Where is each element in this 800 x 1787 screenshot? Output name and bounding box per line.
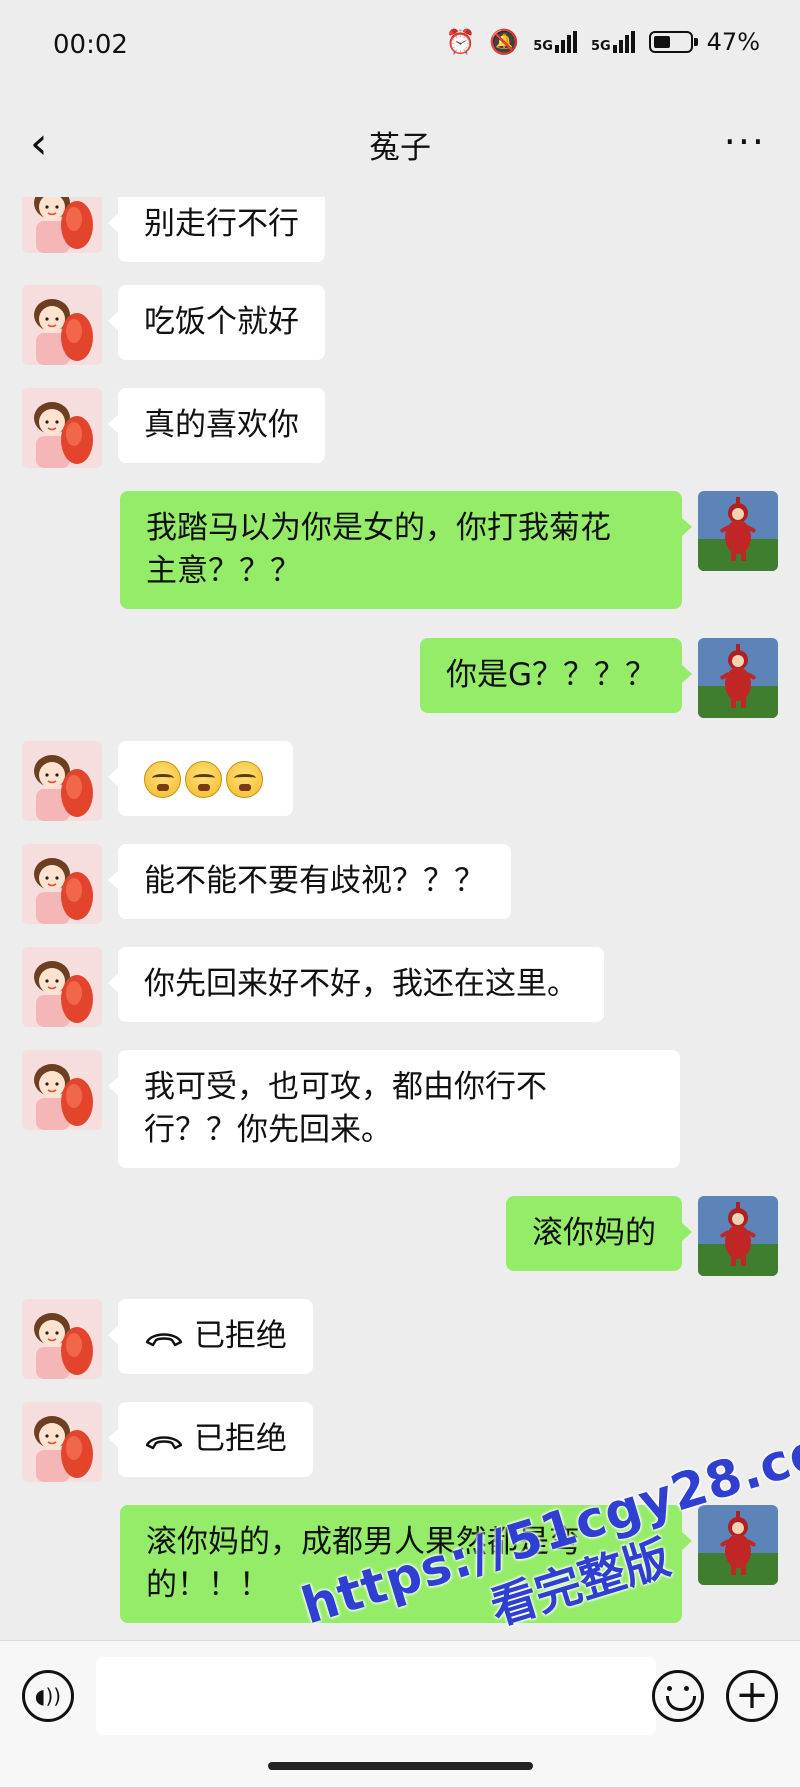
more-options-icon[interactable]: ···: [724, 123, 766, 161]
received-bubble[interactable]: 我可受，也可攻，都由你行不 行？？你先回来。: [108, 1050, 680, 1168]
home-indicator: [268, 1762, 533, 1770]
received-bubble[interactable]: 别走行不行: [108, 197, 325, 262]
crying-face-emoji: [185, 761, 222, 798]
call-record-bubble[interactable]: 已拒绝: [108, 1299, 313, 1374]
message-row: 你是G？？？？: [0, 638, 800, 728]
message-row: [0, 741, 800, 831]
emoji-icon[interactable]: [652, 1670, 704, 1722]
message-row: 我可受，也可攻，都由你行不 行？？你先回来。: [0, 1050, 800, 1175]
received-bubble[interactable]: [108, 741, 293, 816]
battery-icon: [648, 31, 698, 53]
message-row: 真的喜欢你: [0, 388, 800, 478]
contact-avatar[interactable]: [22, 285, 102, 365]
contact-avatar[interactable]: [22, 844, 102, 924]
chat-messages[interactable]: 别走行不行 吃饭个就好 真的喜欢你 我踏马以为你是女的，你打我菊花 主意？？？ …: [0, 197, 800, 1640]
contact-avatar[interactable]: [22, 1299, 102, 1379]
sent-bubble[interactable]: 滚你妈的: [506, 1196, 692, 1271]
status-time: 00:02: [53, 30, 128, 60]
call-record-bubble[interactable]: 已拒绝: [108, 1402, 313, 1477]
received-bubble[interactable]: 你先回来好不好，我还在这里。: [108, 947, 604, 1022]
my-avatar[interactable]: [698, 491, 778, 571]
chat-title: 菟子: [369, 130, 431, 166]
status-bar: 00:02 ⏰ 🔕 5G 5G 47%: [0, 0, 800, 90]
phone-hangup-icon: [145, 1332, 183, 1346]
battery-percent: 47%: [706, 28, 760, 56]
contact-avatar[interactable]: [22, 947, 102, 1027]
contact-avatar[interactable]: [22, 388, 102, 468]
voice-icon[interactable]: ◖)): [22, 1670, 74, 1722]
sent-bubble[interactable]: 你是G？？？？: [419, 638, 693, 713]
mute-bell-icon: 🔕: [489, 28, 520, 56]
alarm-icon: ⏰: [445, 28, 476, 56]
received-bubble[interactable]: 能不能不要有歧视？？？: [108, 844, 511, 919]
contact-avatar[interactable]: [22, 197, 102, 253]
contact-avatar[interactable]: [22, 1050, 102, 1130]
message-row: 已拒绝: [0, 1299, 800, 1389]
received-bubble[interactable]: 吃饭个就好: [108, 285, 325, 360]
crying-face-emoji: [144, 761, 181, 798]
my-avatar[interactable]: [698, 638, 778, 718]
message-row: 滚你妈的: [0, 1196, 800, 1286]
chat-header: ‹ 菟子 ···: [0, 92, 800, 197]
contact-avatar[interactable]: [22, 1402, 102, 1482]
received-bubble[interactable]: 真的喜欢你: [108, 388, 325, 463]
message-row: 你先回来好不好，我还在这里。: [0, 947, 800, 1037]
phone-hangup-icon: [145, 1435, 183, 1449]
message-row: 吃饭个就好: [0, 285, 800, 375]
message-row: 别走行不行: [0, 197, 800, 273]
signal-2-icon: 5G: [591, 31, 635, 53]
signal-1-icon: 5G: [533, 31, 577, 53]
sent-bubble[interactable]: 我踏马以为你是女的，你打我菊花 主意？？？: [120, 491, 692, 609]
plus-icon[interactable]: +: [726, 1670, 778, 1722]
contact-avatar[interactable]: [22, 741, 102, 821]
crying-face-emoji: [226, 761, 263, 798]
message-row: 我踏马以为你是女的，你打我菊花 主意？？？: [0, 491, 800, 616]
my-avatar[interactable]: [698, 1196, 778, 1276]
status-icons: ⏰ 🔕 5G 5G 47%: [445, 28, 760, 56]
message-row: 能不能不要有歧视？？？: [0, 844, 800, 934]
